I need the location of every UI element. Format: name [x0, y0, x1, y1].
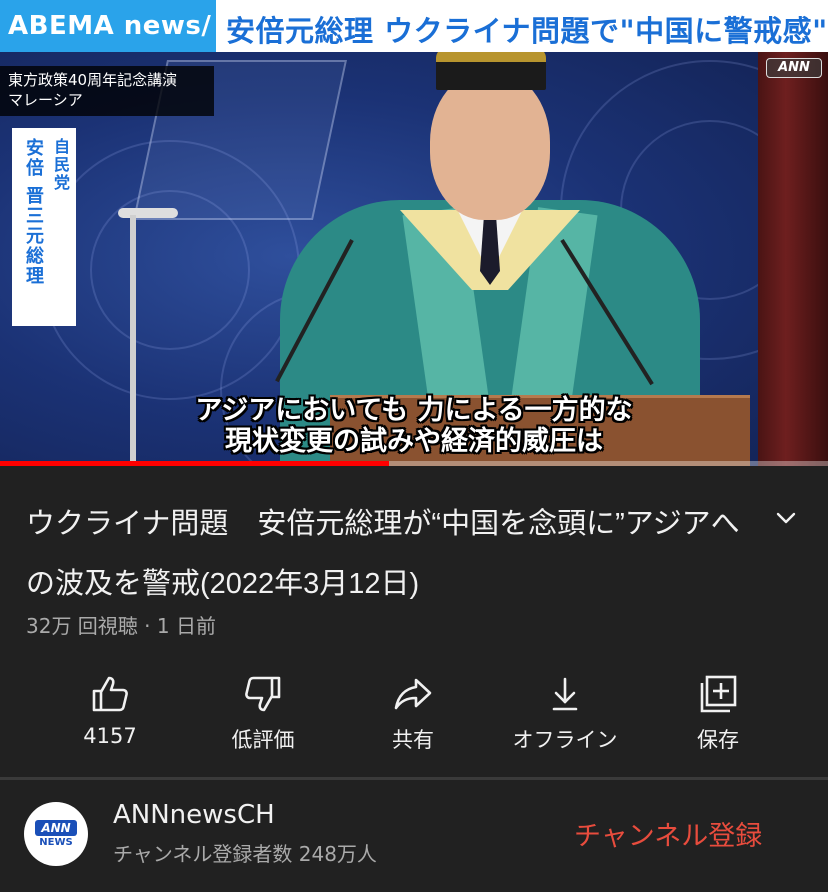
subscribe-button[interactable]: チャンネル登録	[574, 814, 762, 853]
share-button[interactable]: 共有	[343, 672, 483, 756]
avatar-news-text: NEWS	[39, 837, 73, 848]
section-divider	[0, 777, 828, 780]
location-country: マレーシア	[8, 91, 83, 109]
logo-text: ABEMA news/	[8, 11, 212, 41]
location-event: 東方政策40周年記念講演	[8, 71, 178, 89]
channel-avatar[interactable]: ANN NEWS	[24, 802, 88, 866]
avatar-ann-text: ANN	[35, 820, 77, 836]
save-label: 保存	[697, 728, 739, 752]
add-to-playlist-icon	[700, 675, 737, 713]
like-count: 4157	[83, 724, 137, 748]
subtitle-line: アジアにおいても 力による一方的な	[195, 395, 633, 426]
channel-name[interactable]: ANNnewsCH	[113, 800, 275, 830]
dislike-button[interactable]: 低評価	[193, 672, 333, 756]
subscriber-count: チャンネル登録者数 248万人	[113, 842, 377, 866]
offline-label: オフライン	[512, 728, 618, 752]
speaker-name: 安倍 晋三元総理	[23, 138, 44, 287]
video-player[interactable]: ABEMA news/ 安倍元総理 ウクライナ問題で"中国に警戒感" ANN 東…	[0, 0, 828, 466]
teleprompter-stand-head	[118, 208, 178, 218]
like-button[interactable]: 4157	[40, 672, 180, 756]
share-arrow-icon	[394, 678, 432, 710]
location-caption: 東方政策40周年記念講演 マレーシア	[0, 66, 214, 116]
news-headline: 安倍元総理 ウクライナ問題で"中国に警戒感"	[226, 14, 828, 48]
speaker-name-panel: 自民党 安倍 晋三元総理	[12, 128, 76, 326]
video-progress-bar[interactable]	[0, 461, 828, 466]
subtitle-line: 現状変更の試みや経済的威圧は	[225, 426, 603, 457]
video-progress-fill	[0, 461, 390, 466]
thumbs-down-icon	[245, 676, 281, 712]
video-meta: 32万 回視聴 · 1 日前	[26, 614, 216, 638]
offline-download-button[interactable]: オフライン	[495, 672, 635, 756]
ann-watermark: ANN	[766, 58, 822, 78]
video-title[interactable]: ウクライナ問題 安倍元総理が“中国を念頭に”アジアへの波及を警戒(2022年3月…	[26, 494, 746, 614]
expand-description-button[interactable]	[770, 502, 802, 534]
speaker-party: 自民党	[51, 138, 70, 192]
download-icon	[552, 677, 578, 711]
video-title-block[interactable]: ウクライナ問題 安倍元総理が“中国を念頭に”アジアへの波及を警戒(2022年3月…	[26, 494, 746, 614]
chevron-down-icon	[776, 512, 796, 524]
speaker-face	[430, 70, 550, 220]
share-label: 共有	[392, 728, 434, 752]
news-caption-bar: ABEMA news/ 安倍元総理 ウクライナ問題で"中国に警戒感"	[0, 0, 828, 52]
abema-news-logo: ABEMA news/	[0, 0, 216, 52]
dislike-label: 低評価	[231, 728, 295, 752]
save-to-playlist-button[interactable]: 保存	[648, 672, 788, 756]
thumbs-up-icon	[92, 676, 128, 712]
video-subtitles: アジアにおいても 力による一方的な 現状変更の試みや経済的威圧は	[0, 395, 828, 457]
